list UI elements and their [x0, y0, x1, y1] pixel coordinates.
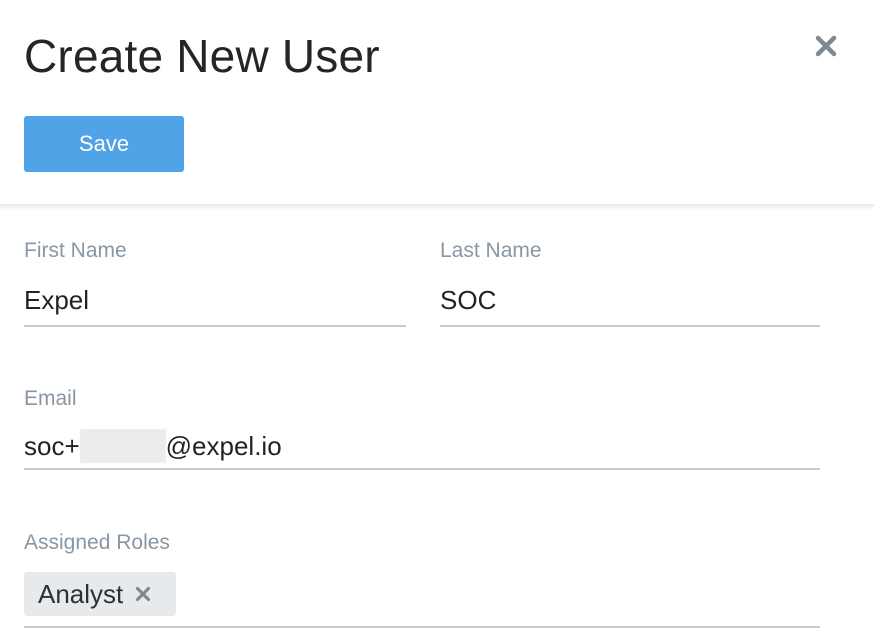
close-icon[interactable] — [135, 586, 151, 602]
dialog-header: Create New User Save — [0, 0, 874, 205]
last-name-underline — [440, 325, 820, 327]
email-underline — [24, 468, 820, 470]
save-button[interactable]: Save — [24, 116, 184, 172]
close-icon[interactable] — [814, 34, 838, 58]
email-label: Email — [24, 387, 77, 410]
redacted-text — [79, 429, 166, 463]
last-name-field[interactable]: SOC — [440, 285, 496, 316]
role-chip-label: Analyst — [38, 578, 124, 609]
email-prefix: soc+ — [24, 431, 80, 461]
email-field[interactable]: soc+ @expel.io — [24, 429, 282, 463]
remove-role-button[interactable] — [135, 586, 151, 602]
assigned-roles-label: Assigned Roles — [24, 531, 170, 554]
first-name-field[interactable]: Expel — [24, 285, 89, 316]
role-chip-analyst: Analyst — [24, 572, 176, 616]
dialog-title: Create New User — [24, 30, 380, 82]
assigned-roles-input[interactable] — [24, 626, 820, 628]
first-name-underline — [24, 325, 406, 327]
email-suffix: @expel.io — [165, 431, 282, 461]
close-button[interactable] — [810, 30, 842, 62]
first-name-label: First Name — [24, 239, 127, 262]
create-user-dialog: Create New User Save First Name Expel La… — [0, 0, 874, 636]
last-name-label: Last Name — [440, 239, 542, 262]
